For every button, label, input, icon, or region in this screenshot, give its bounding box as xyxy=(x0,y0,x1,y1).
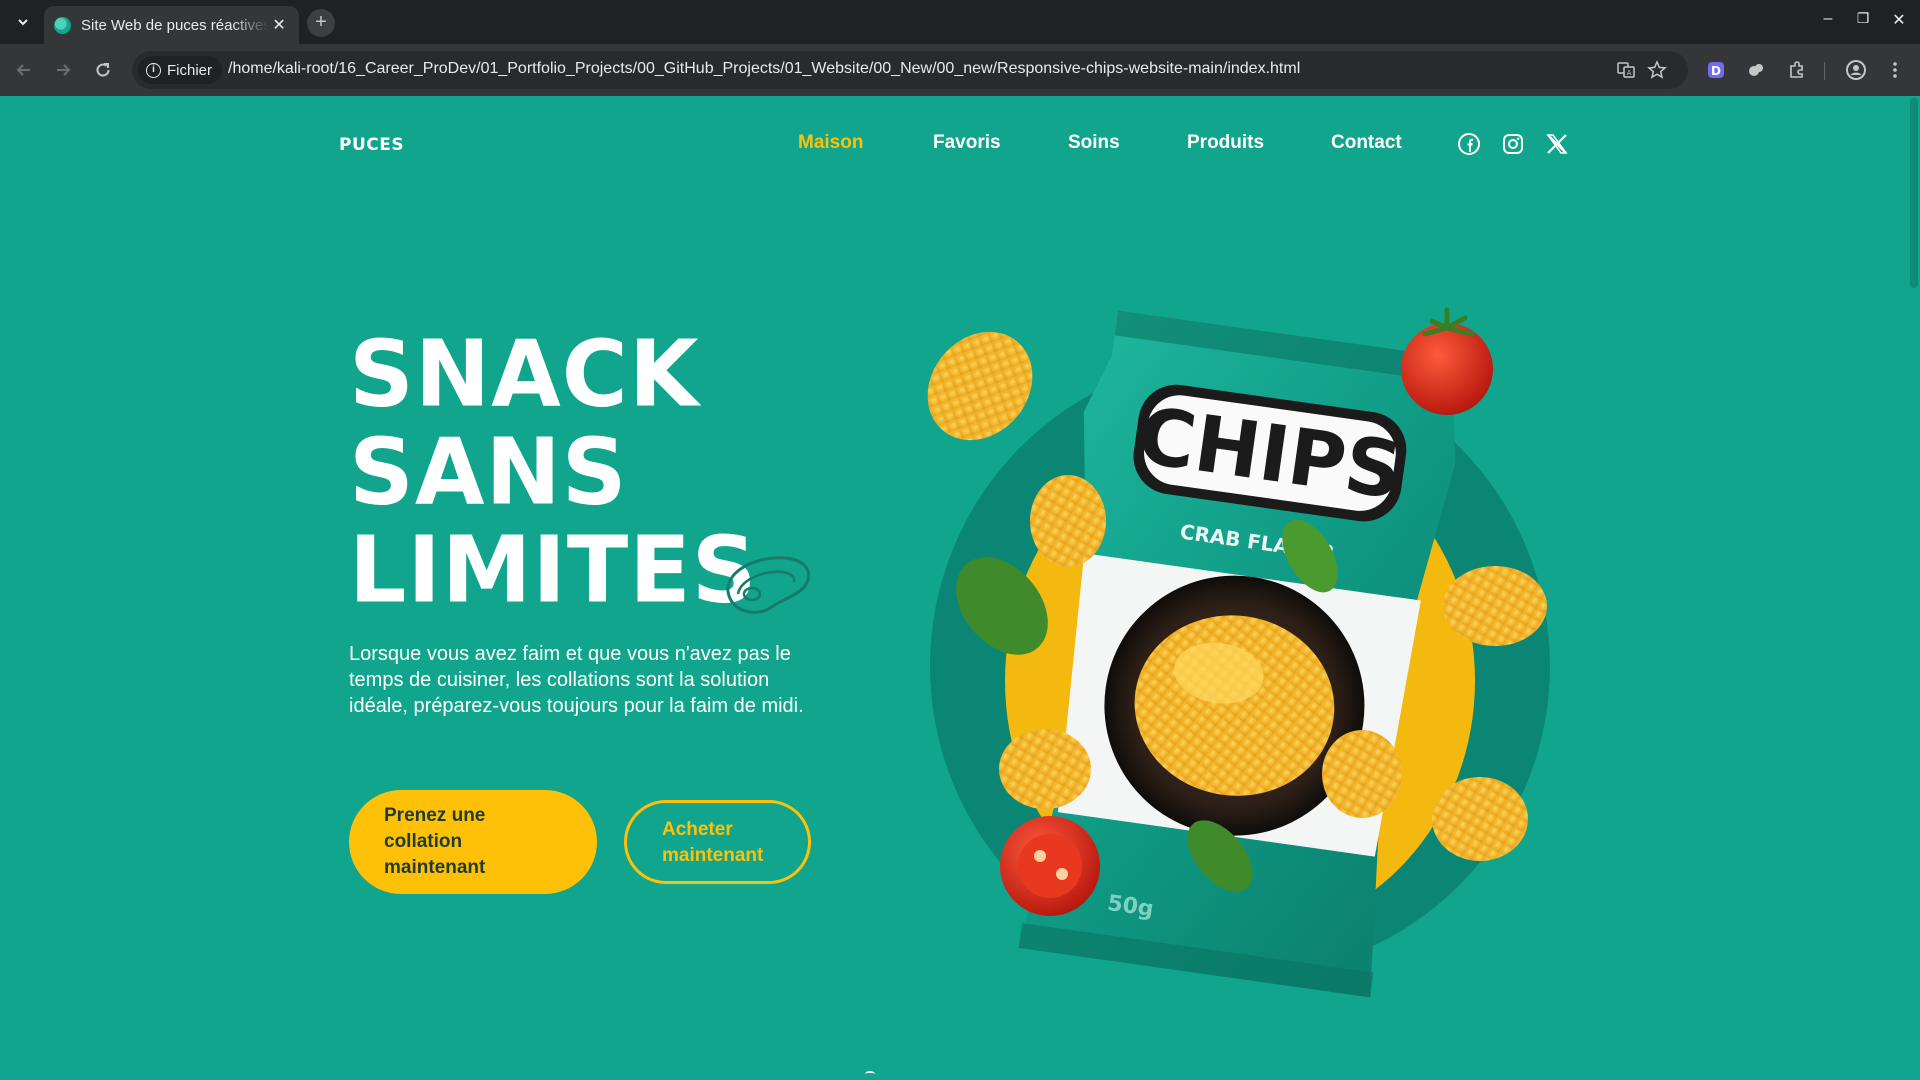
web-page: PUCES Maison Favoris Soins Produits Cont… xyxy=(0,96,1908,1080)
browser-tabstrip: Site Web de puces réactives ✕ + – ❐ ✕ xyxy=(0,0,1920,44)
x-icon[interactable] xyxy=(1543,130,1571,158)
page-scrollbar[interactable] xyxy=(1908,96,1920,1080)
browser-tab[interactable]: Site Web de puces réactives ✕ xyxy=(44,6,299,44)
instagram-icon[interactable] xyxy=(1499,130,1527,158)
back-button[interactable] xyxy=(12,58,36,82)
chips-bag-illustration: CHIPS CRAB FLAVOR 50g xyxy=(927,307,1550,998)
tab-title: Site Web de puces réactives xyxy=(81,16,270,34)
hero-description: Lorsque vous avez faim et que vous n'ave… xyxy=(349,643,804,717)
arrow-right-icon xyxy=(57,64,71,76)
profile-avatar-icon[interactable] xyxy=(1844,58,1868,82)
svg-text:D: D xyxy=(1711,64,1721,78)
chip-piece xyxy=(999,729,1091,809)
extension-d-icon[interactable]: D xyxy=(1704,58,1728,82)
nav-link-soins[interactable]: Soins xyxy=(1068,132,1120,154)
site-favicon-icon xyxy=(54,16,71,34)
chip-piece xyxy=(1443,566,1547,646)
steak-outline-icon xyxy=(726,556,811,614)
chevron-down-icon xyxy=(18,19,28,26)
hero-title: SNACK SANS LIMITES xyxy=(349,320,758,625)
snack-now-button[interactable]: Prenez une collation maintenant xyxy=(349,790,597,894)
tomato-stem xyxy=(1422,307,1475,337)
main-nav: Maison Favoris Soins Produits Contact xyxy=(0,132,1600,162)
chip-piece xyxy=(1030,475,1106,567)
nav-link-maison[interactable]: Maison xyxy=(798,132,863,154)
close-window-button[interactable]: ✕ xyxy=(1884,10,1914,30)
scroll-indicator[interactable] xyxy=(865,1071,875,1077)
site-info-chip[interactable]: i Fichier xyxy=(138,56,223,84)
chip-piece xyxy=(1432,777,1528,861)
tomato xyxy=(1401,323,1493,415)
reload-icon xyxy=(96,63,110,77)
scrollbar-thumb[interactable] xyxy=(1910,98,1918,288)
reload-button[interactable] xyxy=(91,58,115,82)
svg-text:A: A xyxy=(1627,69,1632,77)
extensions-puzzle-icon[interactable] xyxy=(1785,58,1809,82)
translate-icon[interactable]: A xyxy=(1616,60,1636,80)
restore-button[interactable]: ❐ xyxy=(1848,10,1878,27)
url-text: /home/kali-root/16_Career_ProDev/01_Port… xyxy=(228,60,1301,77)
extension-puzzle-tile-icon[interactable] xyxy=(1744,58,1768,82)
nav-link-produits[interactable]: Produits xyxy=(1187,132,1264,154)
nav-link-contact[interactable]: Contact xyxy=(1331,132,1402,154)
tomato-seed xyxy=(1056,868,1068,880)
info-icon: i xyxy=(146,62,161,78)
address-bar[interactable]: i Fichier /home/kali-root/16_Career_ProD… xyxy=(132,51,1688,89)
buy-now-button[interactable]: Acheter maintenant xyxy=(624,800,811,884)
arrow-left-icon xyxy=(16,64,30,76)
toolbar-separator xyxy=(1824,62,1825,80)
hero-title-line: SANS xyxy=(349,418,628,527)
tomato-seed xyxy=(1034,850,1046,862)
facebook-icon[interactable] xyxy=(1455,130,1483,158)
browser-menu-icon[interactable] xyxy=(1883,58,1907,82)
hero-title-line: SNACK xyxy=(349,320,700,429)
nav-link-favoris[interactable]: Favoris xyxy=(933,132,1001,154)
forward-button[interactable] xyxy=(51,58,75,82)
hero-title-line: LIMITES xyxy=(349,516,758,625)
bookmark-star-icon[interactable] xyxy=(1647,60,1667,80)
chip-piece xyxy=(1322,730,1402,818)
new-tab-button[interactable]: + xyxy=(307,9,335,37)
site-info-label: Fichier xyxy=(167,61,213,79)
tomato-half-inner xyxy=(1018,834,1082,898)
minimize-button[interactable]: – xyxy=(1813,10,1843,28)
tab-close-icon[interactable]: ✕ xyxy=(269,15,289,35)
browser-toolbar: i Fichier /home/kali-root/16_Career_ProD… xyxy=(0,44,1920,96)
tab-search-button[interactable] xyxy=(10,9,36,35)
